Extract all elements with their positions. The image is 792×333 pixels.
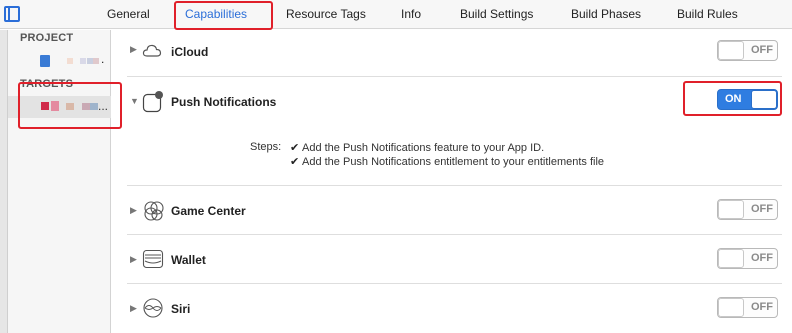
capability-label: Game Center xyxy=(171,204,246,218)
toggle-state: OFF xyxy=(751,301,773,313)
redacted-pixel xyxy=(93,58,99,64)
toggle-state: OFF xyxy=(751,252,773,264)
checkmark-icon: ✔ xyxy=(290,142,300,154)
capability-label: Push Notifications xyxy=(171,95,277,109)
siri-toggle[interactable]: OFF xyxy=(717,297,778,318)
redacted-pixel xyxy=(67,58,73,64)
capability-row-icloud: ▶ iCloud OFF xyxy=(127,30,782,77)
redacted-pixel xyxy=(80,58,86,64)
toggle-state: OFF xyxy=(751,44,773,56)
wallet-icon xyxy=(142,249,164,269)
cloud-icon xyxy=(142,44,162,57)
capability-row-wallet: ▶ Wallet OFF xyxy=(127,236,782,284)
disclosure-triangle-icon[interactable]: ▶ xyxy=(130,44,137,55)
disclosure-triangle-icon[interactable]: ▶ xyxy=(130,303,137,314)
editor-tab-bar: General Capabilities Resource Tags Info … xyxy=(0,0,792,29)
navigator-edge xyxy=(0,30,8,333)
siri-icon xyxy=(143,298,163,318)
icloud-toggle[interactable]: OFF xyxy=(717,40,778,61)
toggle-knob xyxy=(718,298,744,317)
capabilities-tab-highlight xyxy=(174,1,273,30)
disclosure-triangle-icon[interactable]: ▶ xyxy=(130,205,137,216)
step-item: ✔ Add the Push Notifications feature to y… xyxy=(290,141,544,154)
disclosure-triangle-open-icon[interactable]: ▼ xyxy=(130,96,139,106)
project-file-icon xyxy=(40,55,50,67)
capability-label: iCloud xyxy=(171,45,209,59)
tab-build-phases[interactable]: Build Phases xyxy=(571,0,641,29)
wallet-toggle[interactable]: OFF xyxy=(717,248,778,269)
tab-build-rules[interactable]: Build Rules xyxy=(677,0,738,29)
step-item: ✔ Add the Push Notifications entitlement … xyxy=(290,155,604,168)
checkmark-icon: ✔ xyxy=(290,156,300,168)
push-notification-icon xyxy=(142,91,163,113)
step-text: Add the Push Notifications entitlement t… xyxy=(302,156,605,168)
game-center-icon xyxy=(144,201,164,221)
toggle-knob xyxy=(718,200,744,219)
toggle-state: OFF xyxy=(751,203,773,215)
push-toggle-highlight xyxy=(683,81,782,116)
capability-row-siri: ▶ Siri OFF xyxy=(127,285,782,333)
tab-general[interactable]: General xyxy=(107,0,150,29)
toggle-knob xyxy=(718,249,744,268)
capability-label: Siri xyxy=(171,302,191,316)
sidebar-toggle-icon[interactable] xyxy=(4,6,20,22)
capability-label: Wallet xyxy=(171,253,206,267)
step-text: Add the Push Notifications feature to yo… xyxy=(302,142,545,154)
capability-row-game-center: ▶ Game Center OFF xyxy=(127,187,782,235)
disclosure-triangle-icon[interactable]: ▶ xyxy=(130,254,137,265)
game-center-toggle[interactable]: OFF xyxy=(717,199,778,220)
tab-info[interactable]: Info xyxy=(401,0,421,29)
project-section-header: PROJECT xyxy=(20,32,74,44)
project-target-sidebar xyxy=(8,30,111,333)
toggle-knob xyxy=(718,41,744,60)
tab-resource-tags[interactable]: Resource Tags xyxy=(286,0,366,29)
project-name-ellipsis: . xyxy=(101,52,105,66)
steps-label: Steps: xyxy=(250,141,282,153)
tab-build-settings[interactable]: Build Settings xyxy=(460,0,533,29)
target-highlight xyxy=(18,82,122,129)
